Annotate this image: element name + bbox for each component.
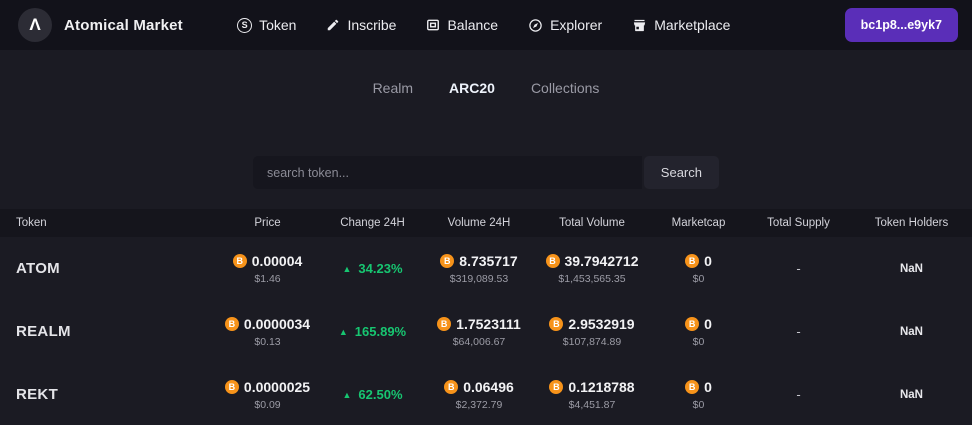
- table-row[interactable]: ATOM 0.00004 $1.46 34.23% 8.735717 $319,…: [0, 237, 972, 300]
- table-row[interactable]: REKT 0.0000025 $0.09 62.50% 0.06496 $2,3…: [0, 363, 972, 425]
- wallet-card-icon: [426, 18, 440, 32]
- table-header-row: Token Price Change 24H Volume 24H Total …: [0, 209, 972, 237]
- category-tabs: Realm ARC20 Collections: [0, 50, 972, 96]
- main-nav: Token Inscribe Balance Explorer Marketpl…: [237, 17, 730, 33]
- col-header-token-holders: Token Holders: [874, 217, 949, 229]
- marketcap-usd: $0: [692, 398, 705, 411]
- store-icon: [632, 18, 647, 33]
- bitcoin-icon: [224, 379, 239, 394]
- up-arrow-icon: [342, 264, 351, 274]
- bitcoin-icon: [549, 316, 564, 331]
- total-supply-cell: -: [796, 324, 801, 339]
- marketcap-cell: 0 $0: [651, 316, 746, 348]
- bitcoin-icon: [545, 253, 560, 268]
- volume-24h-cell: 0.06496 $2,372.79: [425, 379, 533, 411]
- token-dollar-icon: [237, 17, 253, 33]
- nav-item-marketplace[interactable]: Marketplace: [632, 17, 730, 33]
- nav-item-label: Explorer: [550, 17, 603, 33]
- nav-item-token[interactable]: Token: [237, 17, 296, 33]
- bitcoin-icon: [549, 379, 564, 394]
- bitcoin-icon: [685, 253, 700, 268]
- col-header-token: Token: [16, 217, 47, 229]
- wallet-address-button[interactable]: bc1p8...e9yk7: [844, 8, 958, 42]
- tab-realm[interactable]: Realm: [373, 80, 413, 96]
- total-supply-cell: -: [796, 387, 801, 402]
- marketcap-usd: $0: [692, 335, 705, 348]
- atomical-logo-icon: Λ: [18, 8, 52, 42]
- bitcoin-icon: [685, 379, 700, 394]
- nav-item-label: Inscribe: [347, 17, 397, 33]
- search-bar: Search: [253, 156, 719, 189]
- total-supply-cell: -: [796, 261, 801, 276]
- search-button[interactable]: Search: [643, 156, 719, 189]
- token-table: Token Price Change 24H Volume 24H Total …: [0, 209, 972, 425]
- col-header-price: Price: [254, 217, 281, 229]
- compass-icon: [528, 18, 543, 33]
- token-holders-cell: NaN: [899, 388, 923, 401]
- price-usd: $0.09: [254, 398, 281, 411]
- total-volume-cell: 39.7942712 $1,453,565.35: [533, 253, 651, 285]
- price-usd: $1.46: [254, 272, 281, 285]
- price-cell: 0.0000025 $0.09: [215, 379, 320, 411]
- nav-item-explorer[interactable]: Explorer: [528, 17, 602, 33]
- token-name: REKT: [16, 386, 59, 403]
- col-header-total-volume: Total Volume: [559, 217, 625, 229]
- change-24h-cell: 34.23%: [320, 261, 425, 276]
- total-volume-usd: $1,453,565.35: [558, 272, 626, 285]
- bitcoin-icon: [437, 316, 452, 331]
- nav-item-label: Marketplace: [654, 17, 731, 33]
- up-arrow-icon: [342, 390, 351, 400]
- volume-24h-usd: $64,006.67: [452, 335, 506, 348]
- marketcap-cell: 0 $0: [651, 253, 746, 285]
- col-header-marketcap: Marketcap: [671, 217, 726, 229]
- change-24h-cell: 62.50%: [320, 387, 425, 402]
- bitcoin-icon: [444, 379, 459, 394]
- col-header-volume-24h: Volume 24H: [447, 217, 511, 229]
- bitcoin-icon: [224, 316, 239, 331]
- volume-24h-cell: 8.735717 $319,089.53: [425, 253, 533, 285]
- total-volume-cell: 0.1218788 $4,451.87: [533, 379, 651, 411]
- nav-item-label: Token: [259, 17, 297, 33]
- token-holders-cell: NaN: [899, 262, 923, 275]
- tab-collections[interactable]: Collections: [531, 80, 599, 96]
- total-volume-cell: 2.9532919 $107,874.89: [533, 316, 651, 348]
- nav-item-inscribe[interactable]: Inscribe: [326, 17, 396, 33]
- total-volume-usd: $107,874.89: [562, 335, 622, 348]
- col-header-total-supply: Total Supply: [767, 217, 830, 229]
- col-header-change-24h: Change 24H: [340, 217, 405, 229]
- pencil-icon: [326, 18, 340, 32]
- total-volume-usd: $4,451.87: [568, 398, 616, 411]
- brand[interactable]: Λ Atomical Market: [18, 8, 183, 42]
- table-row[interactable]: REALM 0.0000034 $0.13 165.89% 1.7523111 …: [0, 300, 972, 363]
- change-24h-cell: 165.89%: [320, 324, 425, 339]
- marketcap-usd: $0: [692, 272, 705, 285]
- brand-name: Atomical Market: [64, 16, 183, 34]
- token-holders-cell: NaN: [899, 325, 923, 338]
- marketcap-cell: 0 $0: [651, 379, 746, 411]
- top-navbar: Λ Atomical Market Token Inscribe Balance…: [0, 0, 972, 50]
- tab-arc20[interactable]: ARC20: [449, 80, 495, 96]
- volume-24h-cell: 1.7523111 $64,006.67: [425, 316, 533, 348]
- up-arrow-icon: [339, 327, 348, 337]
- price-usd: $0.13: [254, 335, 281, 348]
- search-input[interactable]: [253, 156, 642, 189]
- bitcoin-icon: [440, 253, 455, 268]
- token-name: REALM: [16, 323, 71, 340]
- volume-24h-usd: $2,372.79: [455, 398, 503, 411]
- price-cell: 0.0000034 $0.13: [215, 316, 320, 348]
- volume-24h-usd: $319,089.53: [449, 272, 509, 285]
- search-row: Search: [0, 156, 972, 189]
- bitcoin-icon: [232, 253, 247, 268]
- bitcoin-icon: [685, 316, 700, 331]
- nav-item-label: Balance: [447, 17, 499, 33]
- price-cell: 0.00004 $1.46: [215, 253, 320, 285]
- nav-item-balance[interactable]: Balance: [426, 17, 498, 33]
- token-name: ATOM: [16, 260, 60, 277]
